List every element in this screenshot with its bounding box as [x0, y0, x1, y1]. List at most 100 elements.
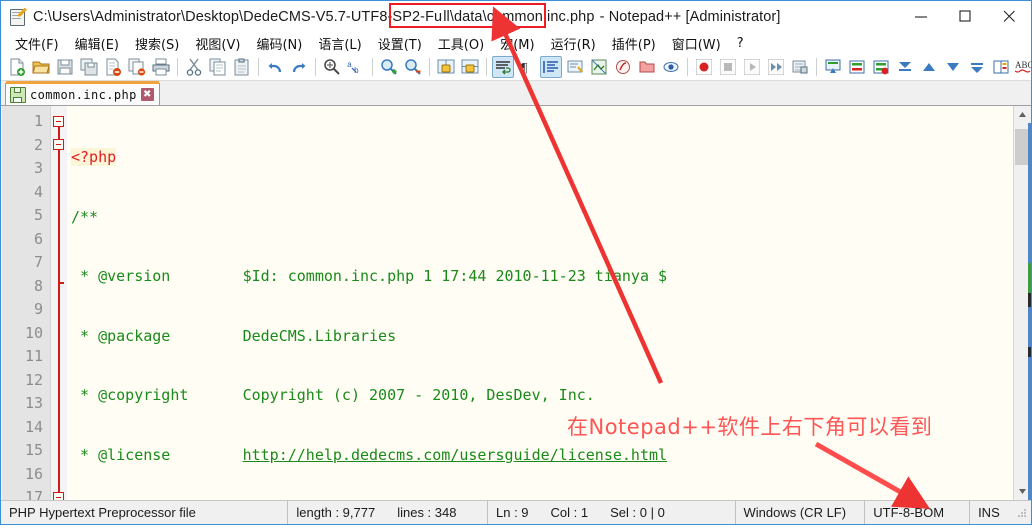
zoom-out-icon[interactable]	[402, 56, 424, 78]
menu-encoding[interactable]: 编码(N)	[248, 32, 310, 55]
scroll-up-icon[interactable]	[1014, 106, 1031, 123]
window-title-suffix: - Notepad++ [Administrator]	[596, 9, 781, 25]
line-number: 11	[2, 345, 43, 369]
fold-toggle-line-2[interactable]	[53, 139, 64, 150]
menu-window[interactable]: 窗口(W)	[664, 32, 729, 55]
goto-last-bookmark-icon[interactable]	[966, 56, 988, 78]
tab-close-icon[interactable]: ✖	[141, 88, 154, 101]
close-file-icon[interactable]	[102, 56, 124, 78]
show-all-characters-icon[interactable]: ¶	[516, 56, 538, 78]
cut-icon[interactable]	[183, 56, 205, 78]
status-filetype: PHP Hypertext Preprocessor file	[1, 501, 288, 524]
play-macro-icon[interactable]	[741, 56, 763, 78]
add-bookmark-icon[interactable]	[822, 56, 844, 78]
stop-macro-icon[interactable]	[717, 56, 739, 78]
undo-icon[interactable]	[264, 56, 286, 78]
paste-icon[interactable]	[231, 56, 253, 78]
resize-grip-icon[interactable]	[1016, 507, 1028, 519]
new-file-icon[interactable]	[6, 56, 28, 78]
minimize-button[interactable]	[899, 1, 943, 32]
svg-text:ABC: ABC	[1015, 60, 1032, 70]
line-number: 1	[2, 110, 43, 134]
menu-search[interactable]: 搜索(S)	[127, 32, 187, 55]
status-encoding[interactable]: UTF-8-BOM	[865, 501, 970, 524]
user-defined-language-icon[interactable]	[564, 56, 586, 78]
redo-icon[interactable]	[288, 56, 310, 78]
menu-tools[interactable]: 工具(O)	[430, 32, 492, 55]
save-macro-icon[interactable]	[789, 56, 811, 78]
fold-toggle-line-17[interactable]	[53, 492, 64, 500]
sync-horizontal-scroll-icon[interactable]	[459, 56, 481, 78]
function-list-icon[interactable]	[612, 56, 634, 78]
print-icon[interactable]	[150, 56, 172, 78]
code-content[interactable]: <?php /** * @version $Id: common.inc.php…	[67, 106, 1013, 500]
replace-icon[interactable]: ab	[345, 56, 367, 78]
status-caret-position: Ln : 9 Col : 1 Sel : 0 | 0	[488, 501, 736, 524]
line-number: 5	[2, 204, 43, 228]
status-eol-format[interactable]: Windows (CR LF)	[736, 501, 866, 524]
status-ln: Ln : 9	[496, 505, 529, 520]
monitoring-icon[interactable]	[660, 56, 682, 78]
saved-file-icon	[10, 87, 26, 103]
zoom-in-icon[interactable]	[378, 56, 400, 78]
goto-previous-bookmark-icon[interactable]	[918, 56, 940, 78]
vertical-scrollbar[interactable]	[1013, 106, 1031, 500]
menu-view[interactable]: 视图(V)	[187, 32, 248, 55]
code-line-1: <?php	[71, 146, 1013, 170]
fold-line-block	[58, 116, 60, 500]
open-file-icon[interactable]	[30, 56, 52, 78]
menu-macro[interactable]: 宏(M)	[492, 32, 542, 55]
code-token: * @license	[71, 446, 243, 464]
menu-language[interactable]: 语言(L)	[310, 32, 369, 55]
status-bar: PHP Hypertext Preprocessor file length :…	[1, 500, 1031, 524]
menu-help[interactable]: ?	[729, 34, 752, 53]
toolbar-separator	[486, 58, 487, 76]
code-link[interactable]: http://help.dedecms.com/usersguide/licen…	[243, 446, 667, 464]
folder-as-workspace-icon[interactable]	[636, 56, 658, 78]
svg-text:a: a	[347, 61, 352, 70]
save-icon[interactable]	[54, 56, 76, 78]
spell-check-icon[interactable]: ABC	[1014, 56, 1032, 78]
code-line-5: * @copyright Copyright (c) 2007 - 2010, …	[71, 384, 1013, 408]
show-document-map-icon[interactable]	[588, 56, 610, 78]
menu-settings[interactable]: 设置(T)	[370, 32, 430, 55]
toolbar-separator	[177, 58, 178, 76]
menu-run[interactable]: 运行(R)	[543, 32, 604, 55]
copy-icon[interactable]	[207, 56, 229, 78]
toolbar-separator	[816, 58, 817, 76]
close-button[interactable]	[987, 1, 1031, 32]
clear-bookmarks-icon[interactable]	[870, 56, 892, 78]
close-all-files-icon[interactable]	[126, 56, 148, 78]
line-number: 3	[2, 157, 43, 181]
find-icon[interactable]	[321, 56, 343, 78]
cut-bookmark-lines-icon[interactable]	[990, 56, 1012, 78]
editor-area: 1 2 3 4 5 6 7 8 9 10 11 12 13 14 15 16 1…	[1, 106, 1031, 500]
record-macro-icon[interactable]	[693, 56, 715, 78]
sync-vertical-scroll-icon[interactable]	[435, 56, 457, 78]
goto-next-bookmark-icon[interactable]	[942, 56, 964, 78]
fold-margin[interactable]	[50, 106, 67, 500]
menu-edit[interactable]: 编辑(E)	[67, 32, 127, 55]
indent-guide-icon[interactable]	[540, 56, 562, 78]
goto-first-bookmark-icon[interactable]	[894, 56, 916, 78]
line-number: 4	[2, 181, 43, 205]
save-all-icon[interactable]	[78, 56, 100, 78]
fold-toggle-line-1[interactable]	[53, 116, 64, 127]
line-number: 13	[2, 392, 43, 416]
line-number-gutter: 1 2 3 4 5 6 7 8 9 10 11 12 13 14 15 16 1…	[2, 106, 50, 500]
toolbar: ab ¶	[1, 54, 1031, 81]
run-macro-multiple-icon[interactable]	[765, 56, 787, 78]
scrollbar-track[interactable]	[1014, 123, 1031, 483]
status-insert-mode[interactable]: INS	[970, 501, 1016, 524]
menu-plugins[interactable]: 插件(P)	[604, 32, 664, 55]
menu-file[interactable]: 文件(F)	[7, 32, 67, 55]
tab-common-inc-php[interactable]: common.inc.php ✖	[5, 83, 160, 105]
line-number: 12	[2, 369, 43, 393]
text-editor[interactable]: 1 2 3 4 5 6 7 8 9 10 11 12 13 14 15 16 1…	[2, 106, 1013, 500]
toolbar-separator	[372, 58, 373, 76]
remove-bookmark-icon[interactable]	[846, 56, 868, 78]
maximize-button[interactable]	[943, 1, 987, 32]
word-wrap-icon[interactable]	[492, 56, 514, 78]
code-line-2: /**	[71, 206, 1013, 230]
code-line-6: * @license http://help.dedecms.com/users…	[71, 444, 1013, 468]
